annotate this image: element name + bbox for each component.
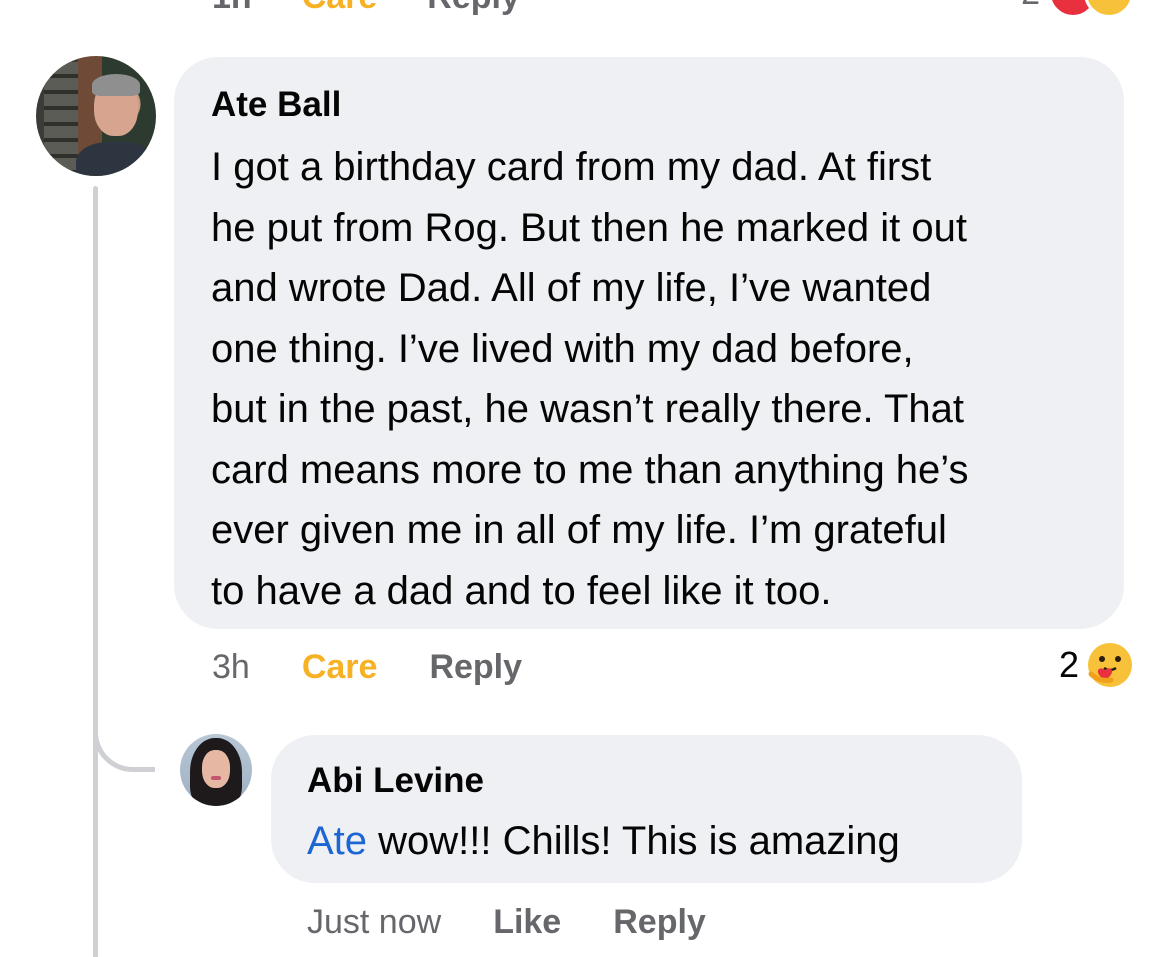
comment-thread: 1h Care Reply 2 Ate Ball I got a birthda… <box>0 0 1170 957</box>
comment-time[interactable]: 3h <box>212 648 250 687</box>
reply-button[interactable]: Reply <box>429 648 522 687</box>
like-button[interactable]: Like <box>493 903 561 942</box>
avatar-face <box>202 750 230 788</box>
previous-reply-button[interactable]: Reply <box>427 0 520 16</box>
care-emoji-icon <box>1088 643 1132 687</box>
reply-message: wow!!! Chills! This is amazing <box>367 819 900 863</box>
thread-line <box>93 186 98 957</box>
avatar-hair <box>92 74 140 96</box>
care-icon <box>1084 0 1134 18</box>
previous-reaction-count: 2 <box>1021 0 1040 13</box>
reply-mention[interactable]: Ate <box>307 819 367 863</box>
reply-reply-button[interactable]: Reply <box>613 903 706 942</box>
reply-time[interactable]: Just now <box>307 903 441 942</box>
reply-text: Ate wow!!! Chills! This is amazing <box>307 817 986 865</box>
previous-comment-time: 1h <box>212 0 252 16</box>
previous-care-button[interactable]: Care <box>302 0 378 16</box>
avatar-ate-ball[interactable] <box>36 56 156 176</box>
comment-text: I got a birthday card from my dad. At fi… <box>211 145 969 613</box>
comment-actions: 3h Care Reply <box>212 644 522 690</box>
previous-reactions[interactable]: 2 <box>1021 0 1134 18</box>
thread-connector <box>93 700 155 772</box>
avatar-shirt <box>76 142 156 176</box>
comment-reactions[interactable]: 2 <box>1059 640 1135 690</box>
previous-comment-actions: 1h Care Reply <box>212 0 520 16</box>
comment-bubble[interactable]: Ate Ball I got a birthday card from my d… <box>174 57 1124 629</box>
avatar-background <box>44 62 78 174</box>
avatar-lips <box>211 776 221 780</box>
reaction-count: 2 <box>1058 644 1079 685</box>
care-button[interactable]: Care <box>302 648 378 687</box>
comment-author[interactable]: Ate Ball <box>211 85 1088 125</box>
avatar-abi-levine[interactable] <box>180 734 252 806</box>
reply-actions: Just now Like Reply <box>307 899 706 945</box>
reply-author[interactable]: Abi Levine <box>307 761 986 801</box>
reply-bubble[interactable]: Abi Levine Ate wow!!! Chills! This is am… <box>271 735 1022 883</box>
